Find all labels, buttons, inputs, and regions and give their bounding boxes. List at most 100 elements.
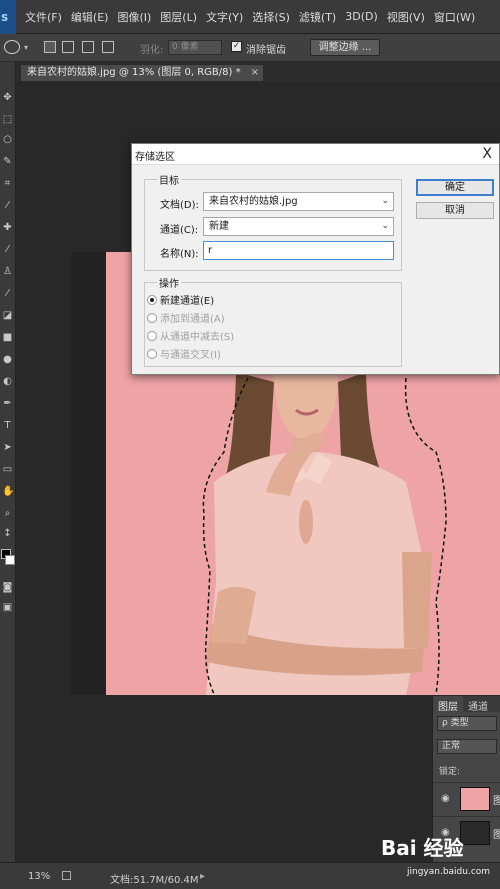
add-selection-mode-icon[interactable] <box>62 41 74 53</box>
radio-label: 与通道交叉(I) <box>160 350 221 361</box>
radio-intersect-with-channel: 与通道交叉(I) <box>147 346 221 361</box>
brush-tool-icon[interactable]: ⁄ <box>2 244 13 255</box>
history-brush-icon[interactable]: ⁄ <box>2 288 13 299</box>
radio-icon[interactable] <box>147 295 157 305</box>
swap-colors-icon[interactable]: ↕ <box>2 528 13 539</box>
blend-mode-select[interactable]: 正常 <box>437 739 497 754</box>
chevron-down-icon: ⌄ <box>381 221 389 231</box>
document-tab-row: 来自农村的姑娘.jpg @ 13% (图层 0, RGB/8) * × <box>16 62 500 82</box>
document-tab[interactable]: 来自农村的姑娘.jpg @ 13% (图层 0, RGB/8) * × <box>20 64 264 82</box>
layer-name: 图 <box>493 830 500 841</box>
channel-label: 通道(C): <box>160 225 199 236</box>
document-label: 文档(D): <box>160 200 199 211</box>
dialog-close-icon[interactable]: X <box>482 146 492 162</box>
channel-dropdown[interactable]: 新建 ⌄ <box>203 217 394 236</box>
menu-filter[interactable]: 滤镜(T) <box>299 9 336 25</box>
crop-tool-icon[interactable]: ⌗ <box>2 178 13 189</box>
radio-label: 从通道中减去(S) <box>160 332 235 343</box>
menu-type[interactable]: 文字(Y) <box>206 9 243 25</box>
document-dropdown[interactable]: 来自农村的姑娘.jpg ⌄ <box>203 192 394 211</box>
layers-panel-tabs: 图层 通道 <box>433 696 500 713</box>
baidu-logo: Bai 经验 <box>381 836 464 860</box>
name-label: 名称(N): <box>160 249 199 260</box>
screen-mode-icon[interactable]: ▣ <box>2 602 13 613</box>
dialog-title: 存储选区 <box>135 152 175 163</box>
radio-label: 添加到通道(A) <box>160 314 225 325</box>
menu-select[interactable]: 选择(S) <box>252 9 290 25</box>
new-selection-mode-icon[interactable] <box>44 41 56 53</box>
antialias-label: 消除锯齿 <box>246 45 286 56</box>
zoom-export-icon[interactable] <box>62 871 71 880</box>
clone-stamp-icon[interactable]: ♙ <box>2 266 13 277</box>
blur-tool-icon[interactable]: ● <box>2 354 13 365</box>
layer-thumbnail <box>460 787 490 811</box>
radio-new-channel[interactable]: 新建通道(E) <box>147 292 214 307</box>
antialias-checkbox[interactable]: ✓ <box>231 41 242 52</box>
zoom-tool-icon[interactable]: ⌕ <box>2 508 13 519</box>
quick-select-tool-icon[interactable]: ✎ <box>2 156 13 167</box>
ok-button[interactable]: 确定 <box>416 179 494 196</box>
status-menu-arrow-icon[interactable]: ▸ <box>200 871 205 882</box>
menu-3d[interactable]: 3D(D) <box>345 10 378 23</box>
eye-icon[interactable]: ◉ <box>441 793 450 804</box>
close-tab-icon[interactable]: × <box>251 65 259 81</box>
gradient-tool-icon[interactable]: ■ <box>2 332 13 343</box>
options-bar: ▾ 羽化: 0 像素 ✓ 消除锯齿 调整边缘 ... <box>0 34 500 62</box>
radio-icon <box>147 331 157 341</box>
menu-window[interactable]: 窗口(W) <box>434 9 475 25</box>
subtract-selection-mode-icon[interactable] <box>82 41 94 53</box>
type-tool-icon[interactable]: T <box>2 420 13 431</box>
channel-dropdown-value: 新建 <box>209 221 229 232</box>
menu-layer[interactable]: 图层(L) <box>160 9 197 25</box>
document-tab-title: 来自农村的姑娘.jpg @ 13% (图层 0, RGB/8) * <box>27 67 241 78</box>
menu-edit[interactable]: 编辑(E) <box>71 9 109 25</box>
photoshop-logo: s <box>0 0 16 34</box>
quick-mask-icon[interactable]: ◙ <box>2 582 13 593</box>
eyedropper-tool-icon[interactable]: ⁄ <box>2 200 13 211</box>
move-tool-icon[interactable]: ✥ <box>2 92 13 103</box>
menu-view[interactable]: 视图(V) <box>387 9 425 25</box>
tools-panel: ✥ ⬚ ○ ✎ ⌗ ⁄ ✚ ⁄ ♙ ⁄ ◪ ■ ● ◐ ✒ T ➤ ▭ ✋ ⌕ … <box>0 62 16 862</box>
tab-layers[interactable]: 图层 <box>433 696 463 713</box>
tool-preset-caret-icon[interactable]: ▾ <box>24 43 28 52</box>
eraser-tool-icon[interactable]: ◪ <box>2 310 13 321</box>
path-select-icon[interactable]: ➤ <box>2 442 13 453</box>
save-selection-dialog: 存储选区 X 目标 文档(D): 来自农村的姑娘.jpg ⌄ 通道(C): 新建… <box>131 143 500 375</box>
lasso-tool-icon[interactable] <box>4 40 20 54</box>
layer-kind-filter[interactable]: ρ 类型 <box>437 716 497 731</box>
radio-icon <box>147 349 157 359</box>
layer-name: 图 <box>493 796 500 807</box>
canvas-dark-margin <box>71 252 107 695</box>
menu-file[interactable]: 文件(F) <box>25 9 62 25</box>
radio-icon <box>147 313 157 323</box>
dialog-titlebar[interactable]: 存储选区 X <box>132 144 499 165</box>
pen-tool-icon[interactable]: ✒ <box>2 398 13 409</box>
cancel-button[interactable]: 取消 <box>416 202 494 219</box>
background-color-swatch[interactable] <box>5 555 15 565</box>
document-dropdown-value: 来自农村的姑娘.jpg <box>209 196 298 207</box>
healing-brush-icon[interactable]: ✚ <box>2 222 13 233</box>
refine-edge-button[interactable]: 调整边缘 ... <box>310 39 380 56</box>
hand-tool-icon[interactable]: ✋ <box>2 486 14 497</box>
radio-add-to-channel: 添加到通道(A) <box>147 310 225 325</box>
menu-bar: s 文件(F) 编辑(E) 图像(I) 图层(L) 文字(Y) 选择(S) 滤镜… <box>0 0 500 34</box>
radio-label: 新建通道(E) <box>160 296 215 307</box>
document-info: 文档:51.7M/60.4M <box>110 875 199 886</box>
menu-image[interactable]: 图像(I) <box>117 9 151 25</box>
layer-row[interactable]: ◉ 图 <box>433 782 500 814</box>
tab-channels[interactable]: 通道 <box>463 696 493 713</box>
marquee-tool-icon[interactable]: ⬚ <box>2 114 13 125</box>
feather-input[interactable]: 0 像素 <box>168 40 222 55</box>
operation-group-label: 操作 <box>157 275 181 290</box>
shape-tool-icon[interactable]: ▭ <box>2 464 13 475</box>
feather-label: 羽化: <box>140 45 164 56</box>
chevron-down-icon: ⌄ <box>381 196 389 206</box>
channel-name-input[interactable]: r <box>203 241 394 260</box>
zoom-level[interactable]: 13% <box>28 871 50 882</box>
destination-group-label: 目标 <box>157 172 181 187</box>
watermark-url: jingyan.baidu.com <box>407 867 491 877</box>
radio-subtract-from-channel: 从通道中减去(S) <box>147 328 234 343</box>
intersect-selection-mode-icon[interactable] <box>102 41 114 53</box>
dodge-tool-icon[interactable]: ◐ <box>2 376 13 387</box>
lasso-icon[interactable]: ○ <box>2 134 13 145</box>
